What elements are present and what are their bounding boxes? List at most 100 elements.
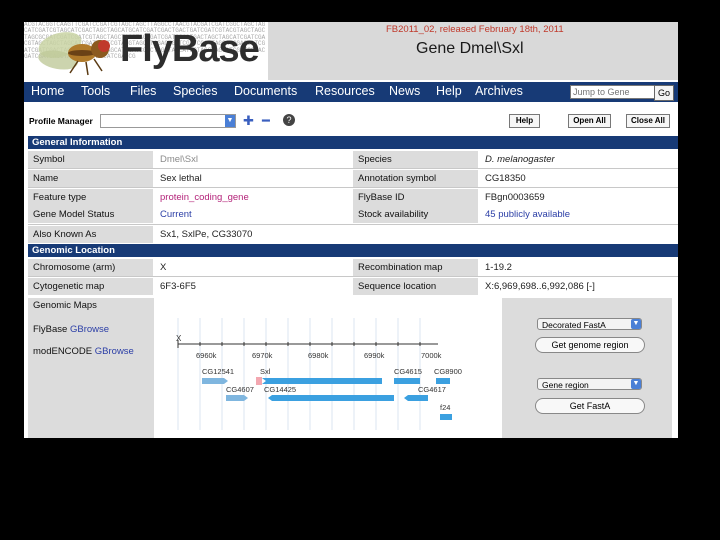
- gene-feature-cg14425[interactable]: [268, 395, 394, 401]
- label-name: Name: [28, 170, 154, 187]
- genomic-maps-title: Genomic Maps: [33, 300, 97, 311]
- row-divider: [28, 187, 678, 188]
- tick-label: 7000k: [421, 351, 442, 360]
- value-annotation-symbol: CG18350: [480, 170, 678, 187]
- modencode-gbrowse-prefix: modENCODE: [33, 346, 95, 357]
- gene-region-select[interactable]: Gene region ▼: [537, 378, 642, 390]
- gbrowse-map-svg: X 6960k 6970k 6980k 6990k 7000k CG12541 …: [176, 318, 462, 430]
- value-cytogenetic-map: 6F3-6F5: [155, 278, 352, 295]
- tick-label: 6960k: [196, 351, 217, 360]
- ruler-chromosome-label: X: [176, 334, 182, 343]
- main-nav: Home Tools Files Species Documents Resou…: [24, 82, 678, 102]
- release-info: FB2011_02, released February 18th, 2011: [386, 24, 564, 35]
- label-recombination-map: Recombination map: [353, 259, 479, 276]
- flybase-gbrowse-prefix: FlyBase: [33, 324, 70, 335]
- decorated-fasta-select[interactable]: Decorated FastA ▼: [537, 318, 642, 330]
- section-general-information[interactable]: General Information: [28, 136, 678, 149]
- chevron-down-icon: ▼: [631, 319, 641, 329]
- tick-label: 6980k: [308, 351, 329, 360]
- get-fasta-button[interactable]: Get FastA: [535, 398, 645, 414]
- flybase-logo-area[interactable]: ACGTACGGTCAAGTTCGATCCGATCGTAGCTAGCTTAGGC…: [24, 22, 268, 80]
- brand-name: FlyBase: [120, 28, 260, 70]
- gene-feature-f24[interactable]: [440, 414, 452, 420]
- gene-feature-cg12541[interactable]: [202, 378, 228, 384]
- info-row: Also Known As Sx1, SxlPe, CG33070: [28, 226, 678, 243]
- nav-documents[interactable]: Documents: [234, 84, 297, 98]
- info-row: Cytogenetic map 6F3-6F5 Sequence locatio…: [28, 278, 678, 295]
- info-row: Symbol Dmel\Sxl Species D. melanogaster: [28, 151, 678, 168]
- tick-label: 6990k: [364, 351, 385, 360]
- gene-label-cg14425: CG14425: [264, 385, 296, 394]
- gene-header: FB2011_02, released February 18th, 2011 …: [268, 22, 678, 80]
- flybase-gbrowse-link[interactable]: GBrowse: [70, 324, 109, 335]
- page: ACGTACGGTCAAGTTCGATCCGATCGTAGCTAGCTTAGGC…: [24, 22, 678, 438]
- nav-help[interactable]: Help: [436, 84, 462, 98]
- go-button[interactable]: Go: [654, 85, 674, 101]
- profile-manager-select[interactable]: ▼: [100, 114, 236, 128]
- nav-species[interactable]: Species: [173, 84, 217, 98]
- help-button[interactable]: Help: [509, 114, 540, 128]
- close-all-button[interactable]: Close All: [626, 114, 670, 128]
- open-all-button[interactable]: Open All: [568, 114, 611, 128]
- value-stock-availability[interactable]: 45 publicly available: [480, 206, 678, 223]
- toolbar: Profile Manager ▼ ✚ ━ ? Help Open All Cl…: [24, 106, 678, 134]
- nav-files[interactable]: Files: [130, 84, 156, 98]
- flybase-gbrowse-row: FlyBase GBrowse: [33, 324, 109, 335]
- gene-label-cg4617: CG4617: [418, 385, 446, 394]
- label-feature-type: Feature type: [28, 189, 154, 206]
- value-gene-model-status[interactable]: Current: [155, 206, 352, 223]
- gene-region-value: Gene region: [542, 380, 589, 390]
- get-genome-region-button[interactable]: Get genome region: [535, 337, 645, 353]
- gene-label-sxl: Sxl: [260, 367, 271, 376]
- value-recombination-map: 1-19.2: [480, 259, 678, 276]
- label-stock-availability: Stock availability: [353, 206, 479, 223]
- value-name: Sex lethal: [155, 170, 352, 187]
- gene-feature-cg4615[interactable]: [394, 378, 420, 384]
- nav-tools[interactable]: Tools: [81, 84, 110, 98]
- value-feature-type[interactable]: protein_coding_gene: [155, 189, 352, 206]
- row-divider: [28, 168, 678, 169]
- chevron-down-icon: ▼: [631, 379, 641, 389]
- label-cytogenetic-map: Cytogenetic map: [28, 278, 154, 295]
- info-row: Name Sex lethal Annotation symbol CG1835…: [28, 170, 678, 187]
- value-sequence-location: X:6,969,698..6,992,086 [-]: [480, 278, 678, 295]
- label-gene-model-status: Gene Model Status: [28, 206, 154, 223]
- row-divider: [28, 276, 678, 277]
- label-chromosome: Chromosome (arm): [28, 259, 154, 276]
- label-flybase-id: FlyBase ID: [353, 189, 479, 206]
- modencode-gbrowse-row: modENCODE GBrowse: [33, 346, 134, 357]
- gbrowse-map[interactable]: X 6960k 6970k 6980k 6990k 7000k CG12541 …: [156, 298, 496, 438]
- question-icon[interactable]: ?: [283, 114, 295, 126]
- chevron-down-icon: ▼: [225, 115, 235, 127]
- value-symbol: Dmel\Sxl: [155, 151, 352, 168]
- plus-icon[interactable]: ✚: [243, 113, 254, 129]
- nav-home[interactable]: Home: [31, 84, 64, 98]
- label-sequence-location: Sequence location: [353, 278, 479, 295]
- gene-feature-cg8900[interactable]: [436, 378, 450, 384]
- genomic-maps-labels: Genomic Maps FlyBase GBrowse modENCODE G…: [28, 298, 154, 438]
- gene-label-cg8900: CG8900: [434, 367, 462, 376]
- value-chromosome: X: [155, 259, 352, 276]
- jump-to-gene-input[interactable]: [570, 85, 656, 99]
- nav-news[interactable]: News: [389, 84, 420, 98]
- info-row: Chromosome (arm) X Recombination map 1-1…: [28, 259, 678, 276]
- sequence-tools-panel: Decorated FastA ▼ Get genome region Gene…: [502, 298, 672, 438]
- value-flybase-id: FBgn0003659: [480, 189, 678, 206]
- modencode-gbrowse-link[interactable]: GBrowse: [95, 346, 134, 357]
- section-genomic-location[interactable]: Genomic Location: [28, 244, 678, 257]
- info-row: Gene Model Status Current Stock availabi…: [28, 206, 678, 223]
- gene-feature-sxl[interactable]: [262, 378, 382, 384]
- value-species: D. melanogaster: [480, 151, 678, 168]
- gene-feature-cg4617[interactable]: [404, 395, 428, 401]
- gene-label-cg4607: CG4607: [226, 385, 254, 394]
- nav-archives[interactable]: Archives: [475, 84, 523, 98]
- label-also-known-as: Also Known As: [28, 226, 154, 243]
- gene-label-cg12541: CG12541: [202, 367, 234, 376]
- gene-feature-cg4607[interactable]: [226, 395, 248, 401]
- value-also-known-as: Sx1, SxlPe, CG33070: [155, 226, 678, 243]
- nav-resources[interactable]: Resources: [315, 84, 375, 98]
- tick-label: 6970k: [252, 351, 273, 360]
- minus-icon[interactable]: ━: [262, 113, 270, 129]
- fly-icon: [38, 32, 110, 76]
- label-symbol: Symbol: [28, 151, 154, 168]
